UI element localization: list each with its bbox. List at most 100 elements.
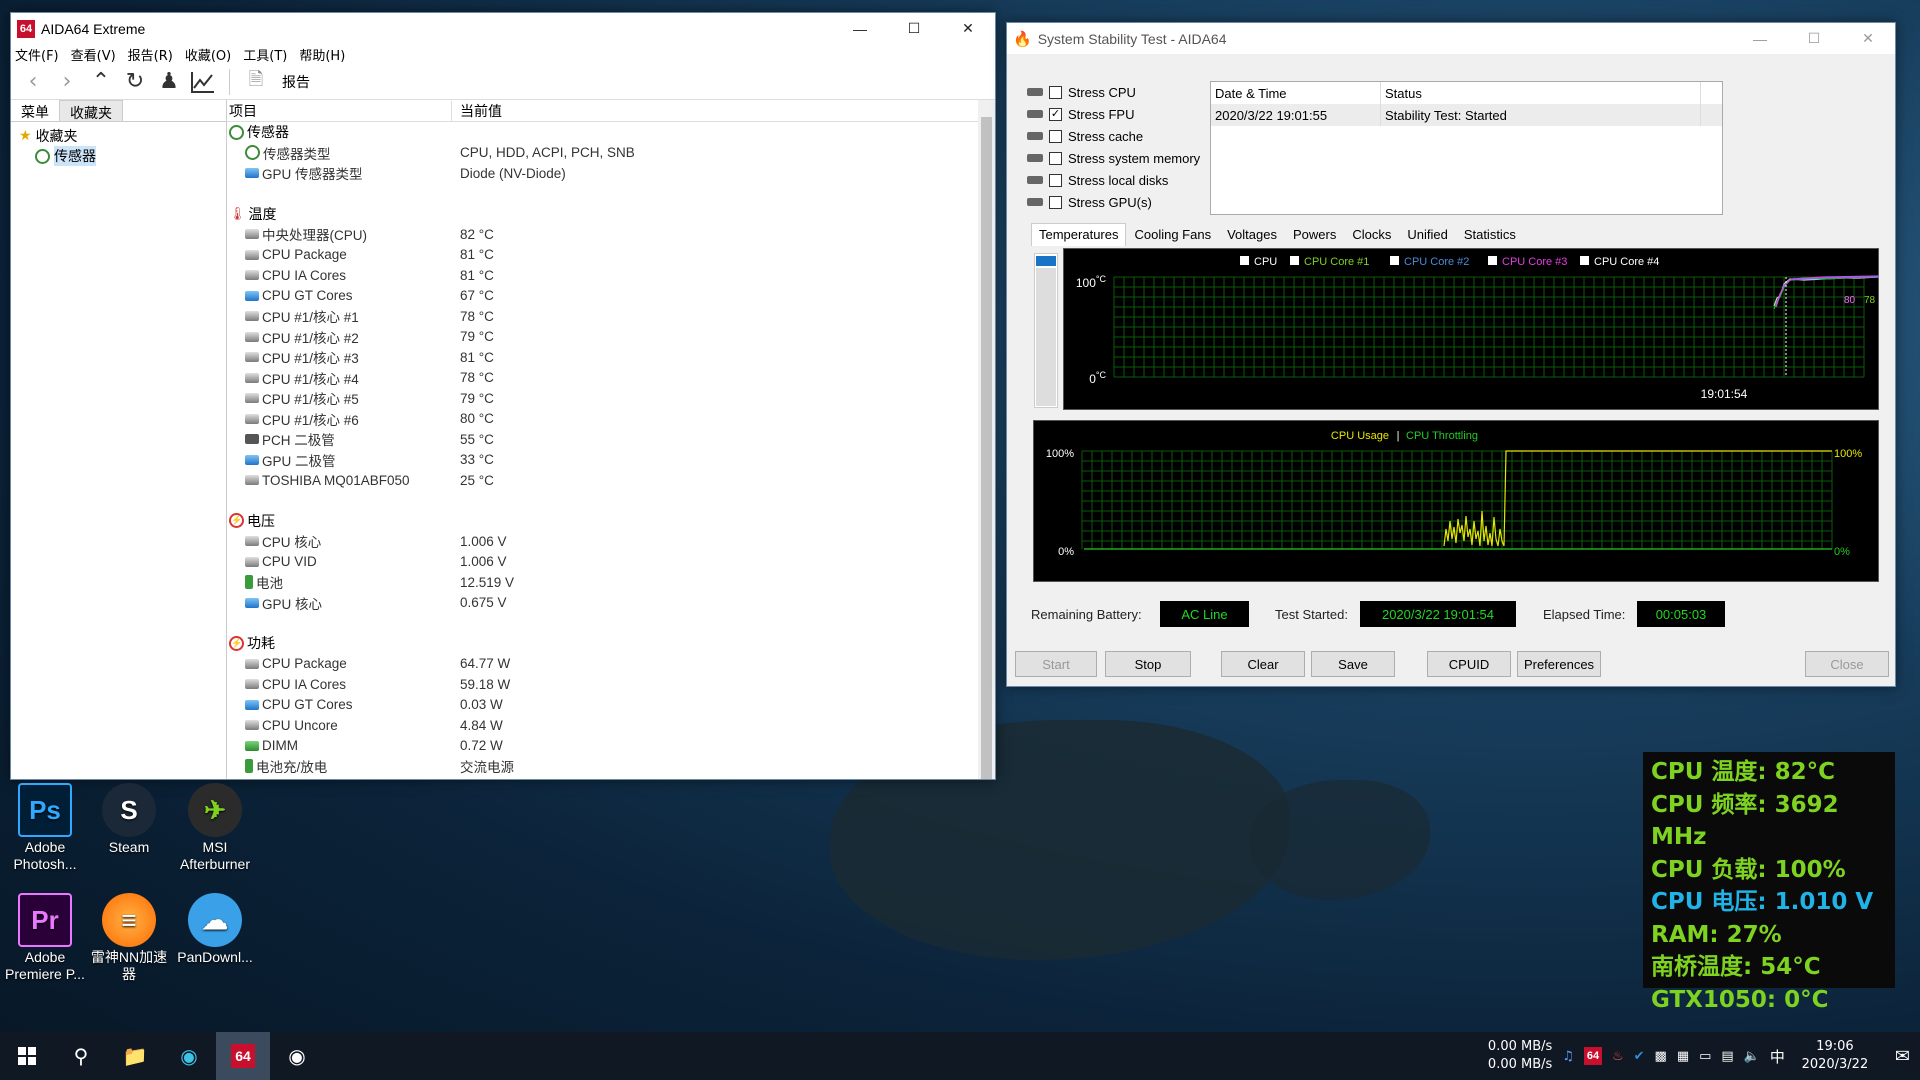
user-icon[interactable]: ♟ xyxy=(155,68,183,96)
close-button[interactable]: ✕ xyxy=(941,13,995,44)
stress-checkbox[interactable] xyxy=(1049,151,1062,165)
battery-tray-icon[interactable]: ▭ xyxy=(1699,1049,1711,1064)
menu-tools[interactable]: 工具(T) xyxy=(243,45,287,64)
stress-option[interactable]: Stress local disks xyxy=(1027,169,1200,191)
aida64-tray-icon[interactable]: 64 xyxy=(1583,1047,1602,1065)
sensor-row[interactable]: CPU #1/核心 #3 81 °C xyxy=(227,347,995,368)
desktop-icon-nn-accelerator[interactable]: ≡ 雷神NN加速器 xyxy=(84,893,174,983)
volume-icon[interactable]: 🔈 xyxy=(1744,1049,1760,1064)
graph-tab[interactable]: Powers xyxy=(1285,223,1344,246)
tab-menu[interactable]: 菜单 xyxy=(11,100,59,121)
maximize-button[interactable]: ☐ xyxy=(887,13,941,44)
sensor-row[interactable]: CPU #1/核心 #5 79 °C xyxy=(227,388,995,409)
sensor-row[interactable]: CPU Package 81 °C xyxy=(227,245,995,266)
stress-checkbox[interactable] xyxy=(1049,85,1062,99)
desktop-icon-pandownload[interactable]: ☁ PanDownl... xyxy=(170,893,260,966)
display-tray-icon[interactable]: ▤ xyxy=(1721,1049,1733,1064)
desktop-icon-photoshop[interactable]: Ps Adobe Photosh... xyxy=(0,783,90,873)
sensor-row[interactable]: CPU 核心 1.006 V xyxy=(227,531,995,552)
stress-checkbox[interactable]: ✓ xyxy=(1049,107,1062,121)
back-icon[interactable]: ‹ xyxy=(19,68,47,96)
app-tray-icon[interactable]: ▦ xyxy=(1677,1049,1689,1064)
stress-checkbox[interactable] xyxy=(1049,129,1062,143)
desktop-icon-msi-afterburner[interactable]: ✈ MSI Afterburner xyxy=(170,783,260,873)
afterburner-taskbar-icon[interactable]: ◉ xyxy=(270,1032,324,1080)
graph-tab[interactable]: Temperatures xyxy=(1031,223,1127,246)
close-dialog-button[interactable]: Close xyxy=(1805,651,1889,677)
sensor-row[interactable]: CPU VID 1.006 V xyxy=(227,552,995,573)
group-row[interactable]: ⚡ 电压 xyxy=(227,511,995,532)
report-button-label[interactable]: 报告 xyxy=(282,72,310,92)
sensor-row[interactable]: CPU Package 64.77 W xyxy=(227,654,995,675)
flame-tray-icon[interactable]: ♨ xyxy=(1612,1049,1624,1064)
sensor-row[interactable]: 电池充/放电 交流电源 xyxy=(227,756,995,777)
menu-view[interactable]: 查看(V) xyxy=(71,45,116,64)
sensor-row[interactable]: GPU 二极管 33 °C xyxy=(227,450,995,471)
sensor-row[interactable]: CPU IA Cores 81 °C xyxy=(227,265,995,286)
stop-button[interactable]: Stop xyxy=(1105,651,1191,677)
forward-icon[interactable]: › xyxy=(53,68,81,96)
desktop-icon-premiere[interactable]: Pr Adobe Premiere P... xyxy=(0,893,90,983)
stress-option[interactable]: Stress system memory xyxy=(1027,147,1200,169)
graph-tab[interactable]: Unified xyxy=(1399,223,1455,246)
menu-favorites[interactable]: 收藏(O) xyxy=(185,45,231,64)
group-row[interactable]: 传感器 xyxy=(227,122,995,143)
save-button[interactable]: Save xyxy=(1311,651,1395,677)
clock[interactable]: 19:06 2020/3/22 xyxy=(1795,1038,1875,1074)
graph-tab[interactable]: Clocks xyxy=(1344,223,1399,246)
ime-indicator[interactable]: 中 xyxy=(1770,1046,1785,1067)
vertical-scrollbar[interactable] xyxy=(978,100,995,779)
status-row[interactable]: 2020/3/22 19:01:55 Stability Test: Start… xyxy=(1211,104,1722,126)
aida64-taskbar-icon[interactable]: 64 xyxy=(216,1032,270,1080)
network-tray-icon[interactable]: ▩ xyxy=(1655,1049,1667,1064)
sensor-row[interactable]: CPU Uncore 4.84 W xyxy=(227,715,995,736)
stability-minimize-button[interactable]: — xyxy=(1733,23,1787,54)
start-button[interactable]: Start xyxy=(1015,651,1097,677)
tab-favorites[interactable]: 收藏夹 xyxy=(59,100,123,122)
stress-checkbox[interactable] xyxy=(1049,173,1062,187)
sensor-row[interactable]: 中央处理器(CPU) 82 °C xyxy=(227,224,995,245)
edge-icon[interactable]: ◉ xyxy=(162,1032,216,1080)
graph-tab[interactable]: Cooling Fans xyxy=(1126,223,1219,246)
sensor-row[interactable]: 电池 12.519 V xyxy=(227,572,995,593)
report-icon[interactable]: 🗎 xyxy=(242,68,270,96)
stability-maximize-button[interactable]: ☐ xyxy=(1787,23,1841,54)
scrollbar-thumb[interactable] xyxy=(981,117,992,779)
menu-file[interactable]: 文件(F) xyxy=(15,45,59,64)
sensor-row[interactable]: 传感器类型 CPU, HDD, ACPI, PCH, SNB xyxy=(227,143,995,164)
stress-checkbox[interactable] xyxy=(1049,195,1062,209)
notification-icon[interactable]: ✉ xyxy=(1895,1046,1910,1067)
sensor-row[interactable]: CPU #1/核心 #1 78 °C xyxy=(227,306,995,327)
sensor-row[interactable]: GPU 传感器类型 Diode (NV-Diode) xyxy=(227,163,995,184)
tree-item-sensor[interactable]: 传感器 xyxy=(19,146,218,166)
sensor-row[interactable]: TOSHIBA MQ01ABF050 25 °C xyxy=(227,470,995,491)
refresh-icon[interactable]: ↻ xyxy=(121,68,149,96)
temperature-sensor-list[interactable] xyxy=(1034,253,1058,408)
stress-option[interactable]: ✓ Stress FPU xyxy=(1027,103,1200,125)
column-header-item[interactable]: 项目 xyxy=(227,100,452,121)
up-icon[interactable]: ⌃ xyxy=(87,68,115,96)
cpuid-button[interactable]: CPUID xyxy=(1427,651,1511,677)
column-header-value[interactable]: 当前值 xyxy=(452,101,502,121)
preferences-button[interactable]: Preferences xyxy=(1517,651,1601,677)
sensor-row[interactable]: CPU #1/核心 #4 78 °C xyxy=(227,368,995,389)
sensor-row[interactable]: CPU GT Cores 67 °C xyxy=(227,286,995,307)
stress-option[interactable]: Stress GPU(s) xyxy=(1027,191,1200,213)
tree-item-favorites[interactable]: ★ 收藏夹 xyxy=(19,126,218,146)
minimize-button[interactable]: — xyxy=(833,13,887,44)
stress-option[interactable]: Stress cache xyxy=(1027,125,1200,147)
group-row[interactable]: ⚡ 功耗 xyxy=(227,633,995,654)
clear-button[interactable]: Clear xyxy=(1221,651,1305,677)
group-row[interactable]: 🌡 温度 xyxy=(227,204,995,225)
sensor-row[interactable]: GPU 核心 0.675 V xyxy=(227,593,995,614)
sensor-row[interactable]: DIMM 0.72 W xyxy=(227,736,995,757)
sensor-row[interactable]: CPU GT Cores 0.03 W xyxy=(227,695,995,716)
sensor-row[interactable]: CPU IA Cores 59.18 W xyxy=(227,674,995,695)
sensor-row[interactable]: CPU #1/核心 #2 79 °C xyxy=(227,327,995,348)
menu-report[interactable]: 报告(R) xyxy=(128,45,173,64)
graph-tab[interactable]: Voltages xyxy=(1219,223,1285,246)
stability-close-button[interactable]: ✕ xyxy=(1841,23,1895,54)
check-tray-icon[interactable]: ✔ xyxy=(1634,1049,1645,1064)
desktop-icon-steam[interactable]: S Steam xyxy=(84,783,174,856)
chart-icon[interactable] xyxy=(189,68,217,96)
